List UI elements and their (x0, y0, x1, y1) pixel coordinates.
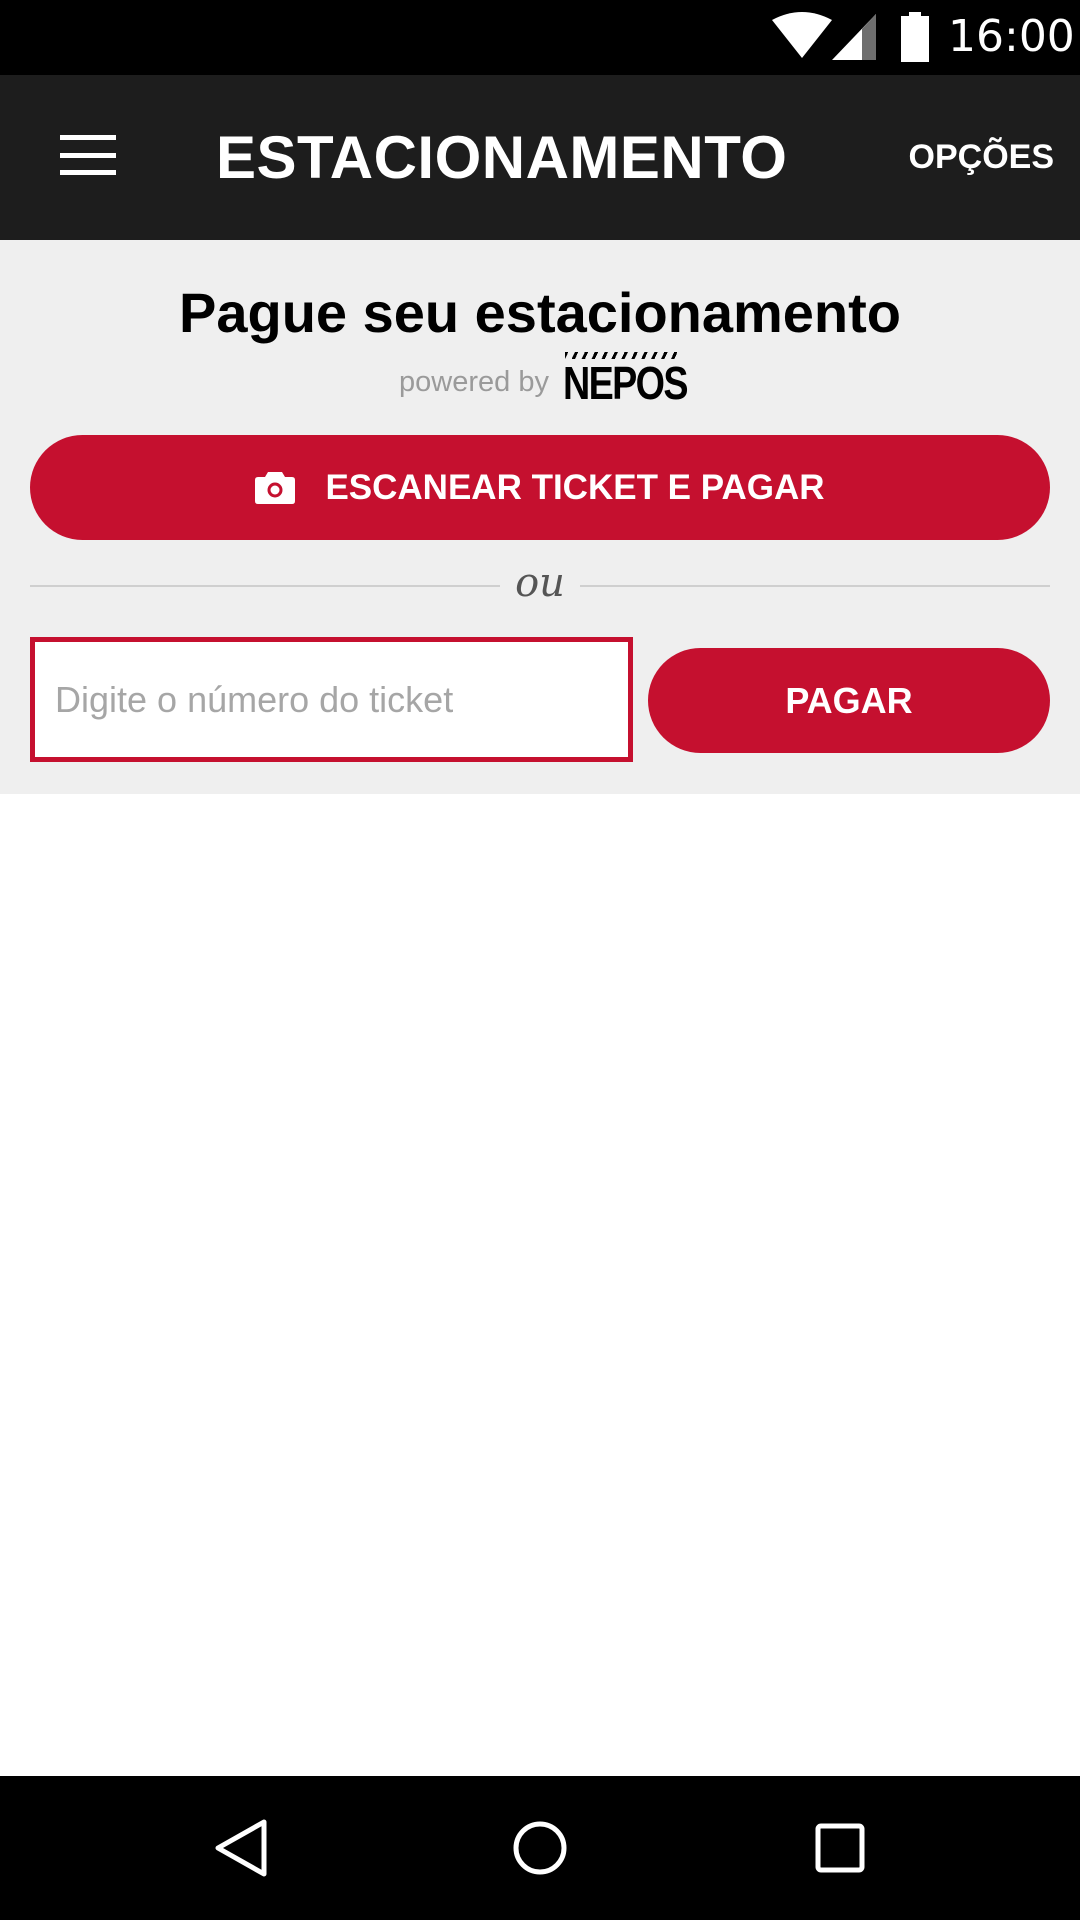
pay-button-label: PAGAR (785, 679, 913, 721)
powered-by: powered by NEPOS (0, 350, 1080, 409)
back-icon[interactable] (204, 1812, 276, 1884)
home-icon[interactable] (504, 1812, 576, 1884)
app-bar: ESTACIONAMENTO OPÇÕES (0, 75, 1080, 240)
pay-button[interactable]: PAGAR (648, 648, 1050, 753)
hamburger-menu-icon[interactable] (46, 125, 122, 185)
recents-icon[interactable] (804, 1812, 876, 1884)
powered-by-text: powered by (399, 366, 549, 398)
menu-line (60, 170, 116, 175)
nepos-logo: NEPOS (563, 352, 688, 409)
wifi-icon (772, 12, 832, 58)
battery-icon (901, 12, 929, 62)
menu-line (60, 135, 116, 140)
status-bar: 16:00 (0, 0, 1080, 75)
system-nav-bar (0, 1776, 1080, 1920)
scan-ticket-button[interactable]: ESCANEAR TICKET E PAGAR (30, 435, 1050, 540)
brand-name: NEPOS (562, 357, 688, 409)
cell-signal-icon (832, 14, 876, 60)
options-button[interactable]: OPÇÕES (909, 75, 1054, 240)
panel-title: Pague seu estacionamento (178, 281, 901, 344)
status-clock: 16:00 (948, 11, 1075, 62)
page-title: ESTACIONAMENTO (216, 124, 788, 191)
camera-icon (255, 471, 296, 504)
or-text: ou (515, 560, 565, 606)
scan-button-label: ESCANEAR TICKET E PAGAR (325, 467, 825, 507)
ticket-number-input[interactable] (30, 637, 633, 762)
or-divider: ou (30, 560, 1050, 606)
payment-panel: Pague seu estacionamento powered by NEPO… (0, 240, 1080, 794)
menu-line (60, 152, 116, 158)
